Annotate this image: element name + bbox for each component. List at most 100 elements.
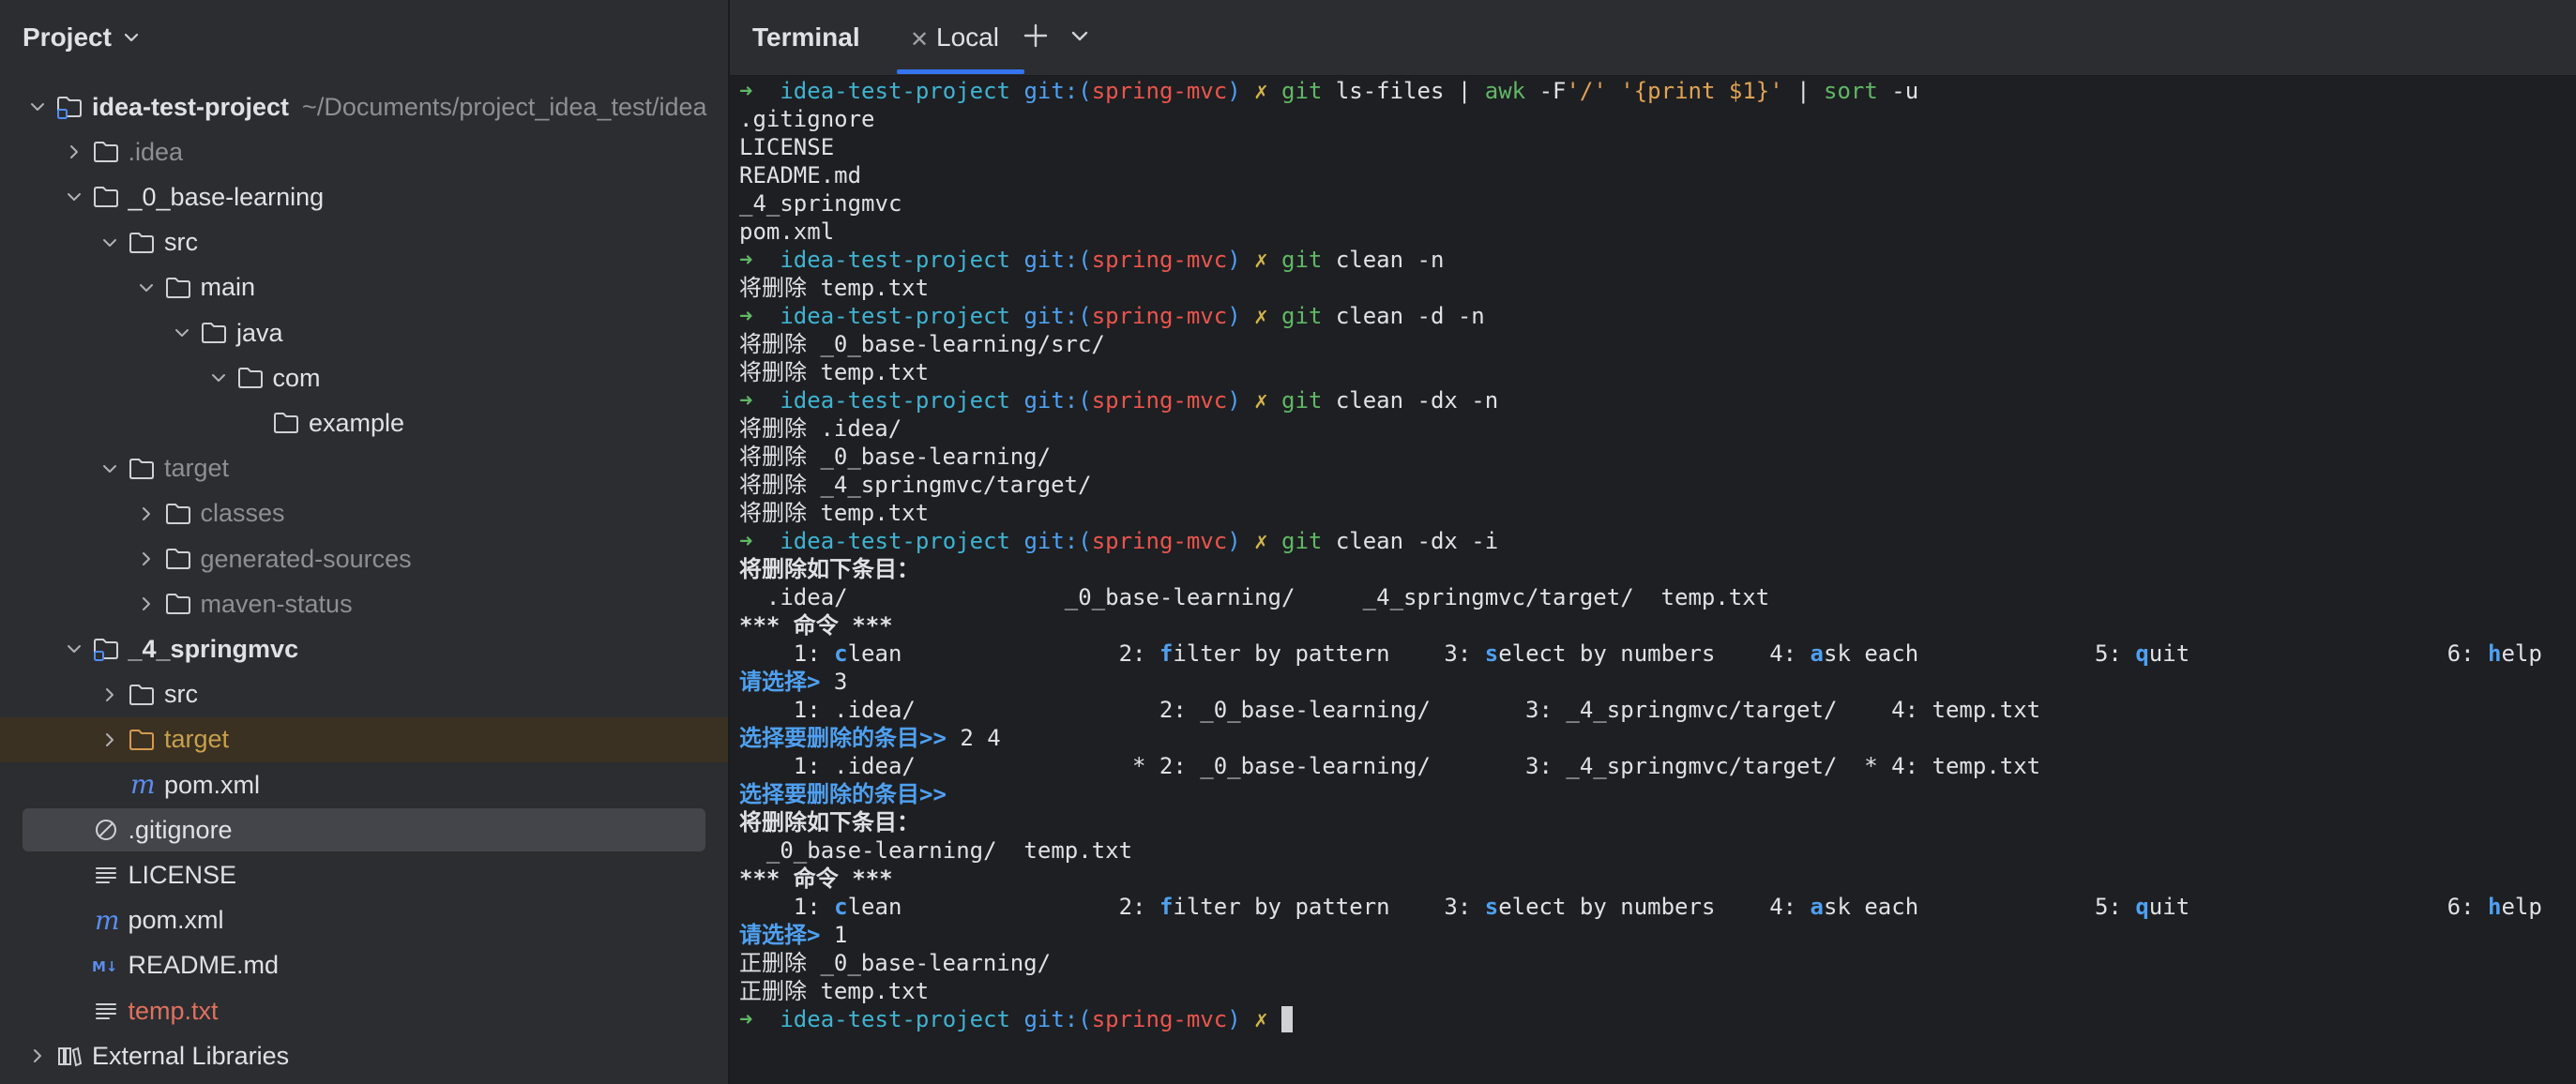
terminal-title: Terminal xyxy=(752,23,860,52)
terminal-text: clean -n xyxy=(1335,247,1445,273)
chevron-down-icon[interactable] xyxy=(63,638,85,660)
chevron-right-icon[interactable] xyxy=(135,593,158,615)
tree-item[interactable]: .gitignore xyxy=(0,807,728,852)
tree-item-label: target xyxy=(164,454,230,483)
terminal-text: ➜ xyxy=(739,78,780,104)
terminal-line: .gitignore xyxy=(739,105,2568,133)
terminal-text: idea-test-project xyxy=(780,1006,1024,1032)
tree-item[interactable]: com xyxy=(0,355,728,400)
terminal-text: 请选择> xyxy=(739,922,834,948)
terminal-line: 1: clean 2: filter by pattern 3: select … xyxy=(739,893,2568,921)
terminal-text: spring-mvc xyxy=(1091,303,1228,329)
tree-item[interactable]: m pom.xml xyxy=(0,898,728,943)
svg-text:M↓: M↓ xyxy=(92,958,118,975)
tree-item[interactable]: _4_springmvc xyxy=(0,626,728,671)
tree-item[interactable]: LICENSE xyxy=(0,852,728,897)
tab-local-label[interactable]: Local xyxy=(936,23,999,53)
terminal-text: awk xyxy=(1484,78,1539,104)
chevron-down-icon[interactable] xyxy=(119,25,144,50)
tree-item[interactable]: src xyxy=(0,672,728,717)
tree-item[interactable]: External Libraries xyxy=(0,1033,728,1078)
terminal-line: _4_springmvc xyxy=(739,189,2568,218)
terminal-line: 将删除 temp.txt xyxy=(739,358,2568,386)
chevron-down-icon[interactable] xyxy=(98,232,121,254)
chevron-down-icon[interactable] xyxy=(207,367,230,389)
tree-item[interactable]: _0_base-learning xyxy=(0,174,728,219)
terminal-text: 将删除 _0_base-learning/src/ xyxy=(739,331,1105,357)
tree-item[interactable]: generated-sources xyxy=(0,536,728,581)
tree-item-label: main xyxy=(200,273,256,302)
terminal-text: LICENSE xyxy=(739,134,835,160)
terminal-text: ✗ xyxy=(1254,78,1282,104)
tree-item-label: src xyxy=(164,228,198,257)
tree-item[interactable]: .idea xyxy=(0,129,728,174)
terminal-text: ) xyxy=(1227,78,1255,104)
terminal-line: .idea/ _0_base-learning/ _4_springmvc/ta… xyxy=(739,583,2568,611)
terminal-text: 2 4 xyxy=(960,725,1001,751)
tree-item-label: com xyxy=(272,363,321,392)
chevron-right-icon[interactable] xyxy=(63,141,85,163)
tree-item-label: src xyxy=(164,680,198,709)
terminal-line: pom.xml xyxy=(739,218,2568,246)
terminal-text: *** 命令 *** xyxy=(739,612,893,639)
terminal-text: | xyxy=(1782,78,1825,104)
chevron-right-icon[interactable] xyxy=(98,684,121,706)
terminal-text: git xyxy=(1281,528,1336,554)
terminal-output[interactable]: ➜ idea-test-project git:(spring-mvc) ✗ g… xyxy=(739,77,2568,1033)
tree-item-label: _0_base-learning xyxy=(128,182,325,211)
chevron-right-icon[interactable] xyxy=(26,1045,49,1067)
terminal-line: LICENSE xyxy=(739,133,2568,161)
chevron-right-icon[interactable] xyxy=(135,503,158,525)
terminal-text: _0_base-learning/ temp.txt xyxy=(739,837,1133,864)
tree-item-label: maven-status xyxy=(200,589,353,618)
active-tab-indicator xyxy=(897,69,1024,74)
project-header[interactable]: Project xyxy=(0,0,728,75)
terminal-text: 1: xyxy=(739,894,835,920)
plus-icon[interactable] xyxy=(1017,17,1054,54)
terminal-text: README.md xyxy=(739,162,862,188)
chevron-down-icon[interactable] xyxy=(63,186,85,208)
terminal-text: 将删除 temp.txt xyxy=(739,275,930,301)
tree-item[interactable]: M↓ README.md xyxy=(0,943,728,988)
chevron-right-icon[interactable] xyxy=(98,729,121,751)
terminal-text: .idea/ _0_base-learning/ _4_springmvc/ta… xyxy=(739,584,1770,610)
tree-item[interactable]: m pom.xml xyxy=(0,762,728,807)
chevron-down-icon[interactable] xyxy=(171,322,193,344)
tree-item[interactable]: main xyxy=(0,265,728,310)
tree-item[interactable]: temp.txt xyxy=(0,988,728,1033)
tree-item[interactable]: example xyxy=(0,400,728,445)
tab-local[interactable]: ✕ Local xyxy=(897,0,1024,75)
close-tab-icon[interactable]: ✕ xyxy=(910,26,929,53)
terminal-line: 将删除如下条目： xyxy=(739,555,2568,583)
terminal-text: git:( xyxy=(1023,303,1092,329)
tree-item[interactable]: java xyxy=(0,310,728,355)
chevron-down-icon[interactable] xyxy=(1066,23,1094,51)
terminal-text: sk each 5: xyxy=(1824,894,2136,920)
terminal-text: ➜ xyxy=(739,247,780,273)
tree-item[interactable]: target xyxy=(0,446,728,491)
terminal-text: lean 2: xyxy=(847,640,1159,667)
terminal-text: .gitignore xyxy=(739,106,875,132)
project-title[interactable]: Project xyxy=(23,23,112,53)
chevron-right-icon[interactable] xyxy=(135,548,158,570)
terminal-text: 将删除 temp.txt xyxy=(739,359,930,385)
terminal-text: _4_springmvc xyxy=(739,190,902,217)
tree-item-label: example xyxy=(309,408,405,437)
tree-item[interactable]: maven-status xyxy=(0,581,728,626)
text-file-icon xyxy=(91,861,121,889)
terminal-text: ) xyxy=(1227,387,1255,414)
tree-item[interactable]: classes xyxy=(0,491,728,536)
chevron-down-icon[interactable] xyxy=(26,96,49,118)
tree-item[interactable]: idea-test-project ~/Documents/project_ide… xyxy=(0,84,728,129)
terminal-text: spring-mvc xyxy=(1091,78,1228,104)
terminal-text: '{print $1}' xyxy=(1620,78,1783,104)
module-folder-icon xyxy=(54,93,84,121)
terminal-text: -u xyxy=(1891,78,1919,104)
chevron-down-icon[interactable] xyxy=(135,277,158,299)
folder-orange-icon xyxy=(127,726,157,754)
chevron-down-icon[interactable] xyxy=(98,458,121,480)
terminal-text: 1 xyxy=(833,922,848,948)
tree-item[interactable]: src xyxy=(0,220,728,265)
svg-text:m: m xyxy=(130,772,156,798)
tree-item[interactable]: target xyxy=(0,716,728,762)
